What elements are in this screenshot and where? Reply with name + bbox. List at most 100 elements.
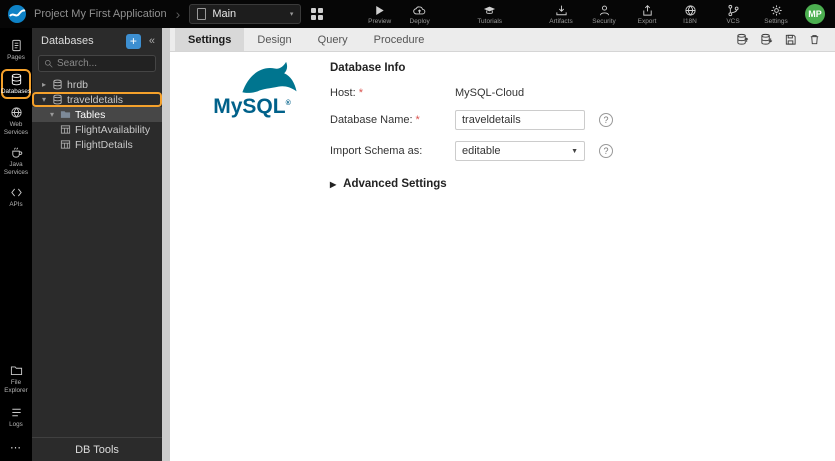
- export-db-icon[interactable]: [736, 33, 749, 46]
- mysql-wordmark-text: MySQL: [213, 95, 286, 118]
- chevron-right-icon: ▸: [41, 80, 46, 89]
- apis-icon: [10, 188, 22, 197]
- settings-label: Settings: [764, 17, 788, 25]
- database-name-label-text: Database Name:: [330, 114, 413, 126]
- tree-item-flightavailability[interactable]: FlightAvailability: [32, 122, 162, 137]
- tree-item-label: FlightAvailability: [75, 123, 151, 136]
- search-input[interactable]: [57, 58, 150, 69]
- mysql-logo: MySQL®: [200, 60, 304, 117]
- folder-icon: [60, 111, 71, 118]
- artifacts-button[interactable]: Artifacts: [546, 4, 576, 25]
- page-icon: [197, 8, 207, 20]
- sidebar-label: Pages: [7, 54, 25, 61]
- preview-button[interactable]: Preview: [365, 4, 395, 25]
- export-button[interactable]: Export: [632, 4, 662, 25]
- mysql-dolphin-icon: [242, 61, 297, 93]
- user-avatar[interactable]: MP: [805, 4, 826, 24]
- host-label-text: Host:: [330, 87, 356, 99]
- select-caret-icon: ▼: [571, 147, 578, 155]
- left-nav-rail: Pages Databases Web Services Java Servic…: [0, 28, 32, 461]
- deploy-label: Deploy: [409, 17, 430, 25]
- file-explorer-folder-icon: [10, 366, 22, 376]
- panel-resize-handle[interactable]: [162, 28, 170, 461]
- preview-icon: [376, 5, 384, 15]
- database-name-input[interactable]: [455, 110, 585, 130]
- deploy-button[interactable]: Deploy: [405, 4, 435, 25]
- db-tools-button[interactable]: DB Tools: [32, 437, 162, 461]
- tab-procedure[interactable]: Procedure: [361, 28, 438, 51]
- project-title: Project My First Application: [34, 8, 167, 20]
- java-services-cup-icon: [11, 147, 22, 158]
- sidebar-item-pages[interactable]: Pages: [1, 36, 31, 65]
- settings-content: MySQL® Database Info Host: * MySQL-Cloud …: [170, 52, 835, 461]
- sidebar-item-logs[interactable]: Logs: [1, 403, 31, 432]
- vcs-branch-icon: [728, 4, 739, 16]
- artifacts-label: Artifacts: [549, 17, 573, 25]
- tree-item-tables[interactable]: ▾ Tables: [32, 107, 162, 122]
- import-schema-row: Import Schema as: editable ▼ ?: [330, 141, 790, 161]
- table-icon: [60, 125, 71, 134]
- database-tabbar: Settings Design Query Procedure: [170, 28, 835, 52]
- sidebar-label: Databases: [0, 87, 32, 95]
- import-schema-select[interactable]: editable ▼: [455, 141, 585, 161]
- section-title: Database Info: [330, 62, 406, 74]
- tab-query[interactable]: Query: [305, 28, 361, 51]
- sidebar-item-apis[interactable]: APIs: [1, 183, 31, 212]
- preview-label: Preview: [368, 17, 392, 25]
- pages-grid-icon[interactable]: [311, 8, 324, 20]
- search-icon: [45, 60, 53, 68]
- mysql-wordmark: MySQL®: [213, 96, 291, 117]
- help-glyph: ?: [603, 115, 609, 125]
- tree-item-hrdb[interactable]: ▸ hrdb: [32, 77, 162, 92]
- topbar-center-actions: Preview Deploy: [365, 4, 435, 25]
- database-icon: [11, 73, 21, 85]
- save-icon[interactable]: [784, 33, 797, 46]
- host-value: MySQL-Cloud: [455, 87, 525, 99]
- export-icon: [642, 4, 652, 16]
- database-tree: ▸ hrdb ▾ traveldetails ▾ Tables FlightAv…: [32, 77, 162, 437]
- import-schema-selected-value: editable: [462, 145, 501, 157]
- sidebar-item-file-explorer[interactable]: File Explorer: [1, 361, 31, 397]
- chevron-down-icon: ▾: [41, 95, 46, 104]
- host-row: Host: * MySQL-Cloud: [330, 87, 790, 99]
- wavemaker-logo-icon[interactable]: [8, 5, 26, 23]
- tutorials-button[interactable]: Tutorials: [475, 4, 505, 25]
- help-icon[interactable]: ?: [599, 113, 613, 127]
- artifacts-icon: [555, 5, 567, 15]
- vcs-label: VCS: [726, 17, 740, 25]
- security-button[interactable]: Security: [589, 4, 619, 25]
- sidebar-label: Web Services: [3, 121, 29, 136]
- tab-settings[interactable]: Settings: [175, 28, 245, 51]
- tree-item-label: hrdb: [67, 78, 89, 91]
- registered-mark: ®: [285, 100, 291, 107]
- tree-item-label: traveldetails: [67, 93, 124, 106]
- workspace-body: Pages Databases Web Services Java Servic…: [0, 28, 835, 461]
- delete-icon[interactable]: [808, 33, 821, 46]
- settings-button[interactable]: Settings: [761, 4, 791, 25]
- advanced-settings-toggle[interactable]: ▶ Advanced Settings: [330, 178, 790, 190]
- tree-item-traveldetails[interactable]: ▾ traveldetails: [32, 92, 162, 107]
- sidebar-item-databases[interactable]: Databases: [0, 68, 32, 100]
- table-icon: [60, 140, 71, 149]
- tree-item-flightdetails[interactable]: FlightDetails: [32, 137, 162, 152]
- import-db-icon[interactable]: [760, 33, 773, 46]
- add-database-button[interactable]: +: [125, 33, 141, 49]
- main-area: Settings Design Query Procedure MySQL® D…: [170, 28, 835, 461]
- collapse-panel-button[interactable]: «: [146, 35, 158, 47]
- i18n-button[interactable]: I18N: [675, 4, 705, 25]
- chevron-down-icon: ▾: [49, 110, 54, 119]
- vcs-button[interactable]: VCS: [718, 4, 748, 25]
- database-name-row: Database Name:* ?: [330, 110, 790, 130]
- sidebar-bottom-group: File Explorer Logs ⋯: [1, 361, 31, 457]
- security-icon: [599, 5, 609, 15]
- sidebar-label: Logs: [9, 421, 23, 429]
- sidebar-item-web-services[interactable]: Web Services: [1, 103, 31, 139]
- page-selector[interactable]: Main ▾: [189, 4, 302, 24]
- security-label: Security: [592, 17, 616, 25]
- help-icon[interactable]: ?: [599, 144, 613, 158]
- database-info-form: Database Info Host: * MySQL-Cloud Databas…: [330, 62, 790, 190]
- sidebar-more-button[interactable]: ⋯: [1, 438, 31, 457]
- tab-design[interactable]: Design: [244, 28, 304, 51]
- sidebar-item-java-services[interactable]: Java Services: [1, 143, 31, 179]
- database-icon: [53, 79, 62, 90]
